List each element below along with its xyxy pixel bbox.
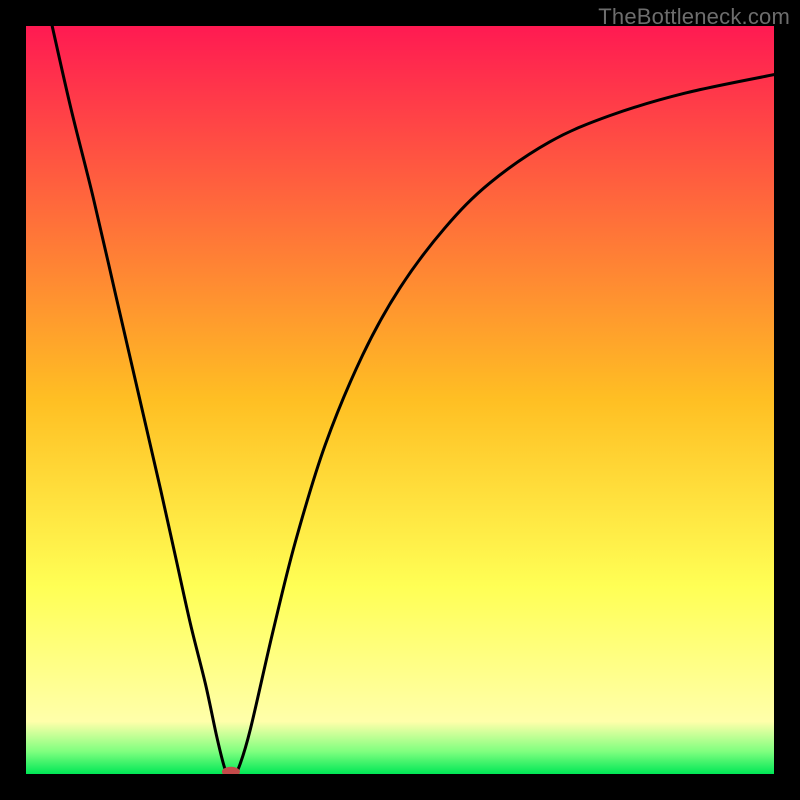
chart-svg (26, 26, 774, 774)
chart-background (26, 26, 774, 774)
chart-frame (26, 26, 774, 774)
